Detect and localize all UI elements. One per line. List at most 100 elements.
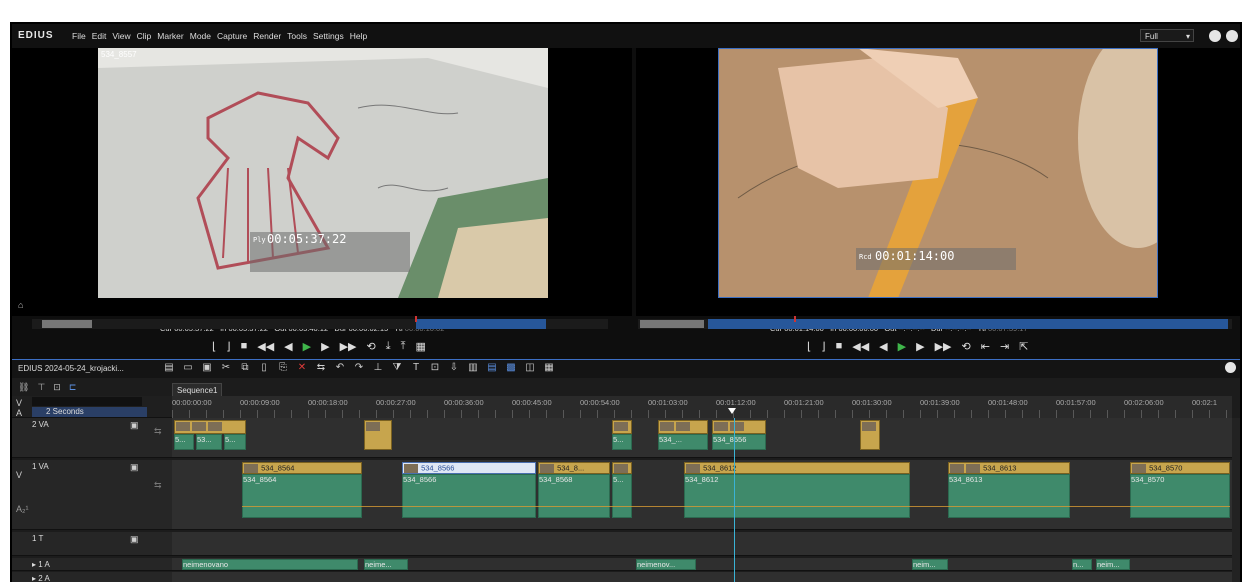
playhead-marker-icon[interactable] bbox=[728, 408, 736, 414]
menu-marker[interactable]: Marker bbox=[157, 31, 183, 41]
menu-view[interactable]: View bbox=[112, 31, 130, 41]
rec-set-in-icon[interactable]: ⌊ bbox=[807, 340, 811, 353]
menu-render[interactable]: Render bbox=[253, 31, 281, 41]
audio-clip[interactable]: neimenov... bbox=[636, 559, 696, 570]
track-header-1t[interactable]: 1 T ▣ bbox=[12, 532, 172, 556]
stop-icon[interactable]: ■ bbox=[241, 340, 248, 352]
minimize-icon[interactable] bbox=[1209, 30, 1221, 42]
play-icon[interactable]: ▶ bbox=[303, 340, 311, 353]
add-cut-icon[interactable]: ⊥ bbox=[371, 362, 385, 374]
track-video-toggle-icon[interactable]: ▣ bbox=[130, 420, 139, 431]
rewind-icon[interactable]: ◀◀ bbox=[257, 340, 274, 353]
audio-clip[interactable]: neim... bbox=[912, 559, 948, 570]
track-header-2va[interactable]: 2 VA ▣ ⇆ bbox=[12, 418, 172, 458]
clip-1va-audio[interactable]: 534_8566 bbox=[402, 474, 536, 518]
clip-2va[interactable] bbox=[364, 420, 392, 450]
player-monitor[interactable]: 534_8557 Ply 00:05:37:22 ⌂ Cur 00:05:37:… bbox=[12, 48, 632, 333]
timeline-vertical-scrollbar[interactable] bbox=[1232, 418, 1240, 582]
clip-1va[interactable]: 534_8613 bbox=[948, 462, 1070, 474]
menu-help[interactable]: Help bbox=[350, 31, 367, 41]
track-header-1a[interactable]: ▸ 1 A bbox=[12, 558, 172, 571]
view-mode-select[interactable]: Full ▾ bbox=[1140, 29, 1194, 42]
clip-1va[interactable]: 534_8570 bbox=[1130, 462, 1230, 474]
cut-icon[interactable]: ✂ bbox=[219, 362, 233, 374]
clip-2va[interactable] bbox=[612, 420, 632, 434]
fast-forward-icon[interactable]: ▶▶ bbox=[340, 340, 357, 353]
clip-2va-audio[interactable]: 5... bbox=[174, 434, 194, 450]
player-scrub-bar[interactable] bbox=[32, 316, 608, 329]
recorder-scrub-thumb[interactable] bbox=[640, 320, 704, 328]
track-sync-icon[interactable]: ⇆ bbox=[154, 426, 162, 437]
sync-icon[interactable]: ▩ bbox=[504, 362, 518, 374]
clip-2va[interactable] bbox=[712, 420, 766, 434]
snapshot-icon[interactable]: ◫ bbox=[523, 362, 537, 374]
tab-sequence1[interactable]: Sequence1 bbox=[172, 383, 223, 397]
timeline-close-icon[interactable] bbox=[1225, 362, 1236, 373]
lane-1a[interactable]: neimenovano neime... neimenov... neim...… bbox=[172, 558, 1232, 571]
export-icon[interactable]: ⇩ bbox=[447, 362, 461, 374]
menu-mode[interactable]: Mode bbox=[190, 31, 211, 41]
menu-capture[interactable]: Capture bbox=[217, 31, 247, 41]
clip-2va-audio[interactable]: 534_8556 bbox=[712, 434, 766, 450]
redo-icon[interactable]: ↷ bbox=[352, 362, 366, 374]
view-mode-icon[interactable]: ▤ bbox=[485, 362, 499, 374]
rec-stop-icon[interactable]: ■ bbox=[836, 340, 843, 352]
clip-2va[interactable] bbox=[658, 420, 708, 434]
lane-2a[interactable] bbox=[172, 572, 1232, 582]
sync-lock-icon[interactable]: ⊡ bbox=[53, 382, 61, 393]
recorder-monitor[interactable]: Rcd 00:01:14:00 Cur 00:01:14:00 In 00:00… bbox=[636, 48, 1240, 333]
clip-2va-audio[interactable]: 53... bbox=[196, 434, 222, 450]
window-icon[interactable]: ▦ bbox=[542, 362, 556, 374]
clip-2va[interactable] bbox=[174, 420, 246, 434]
sequence-menu-icon[interactable]: ▤ bbox=[162, 362, 176, 374]
timescale-select[interactable]: 2 Seconds bbox=[32, 407, 147, 417]
clip-2va-audio[interactable]: 534_... bbox=[658, 434, 708, 450]
clip-1va-audio[interactable]: 534_8613 bbox=[948, 474, 1070, 518]
close-icon[interactable] bbox=[1226, 30, 1238, 42]
title-icon[interactable]: T bbox=[409, 362, 423, 374]
menu-clip[interactable]: Clip bbox=[137, 31, 152, 41]
audio-clip[interactable]: neim... bbox=[1096, 559, 1130, 570]
clip-1va[interactable] bbox=[612, 462, 632, 474]
rec-fast-forward-icon[interactable]: ▶▶ bbox=[935, 340, 952, 353]
clip-1va-audio[interactable]: 534_8570 bbox=[1130, 474, 1230, 518]
track-video-toggle-icon[interactable]: ▣ bbox=[130, 462, 139, 473]
rec-play-icon[interactable]: ▶ bbox=[898, 340, 906, 353]
clip-1va-audio[interactable]: 5... bbox=[612, 474, 632, 518]
rec-step-forward-icon[interactable]: ▶ bbox=[916, 340, 924, 353]
step-forward-icon[interactable]: ▶ bbox=[321, 340, 329, 353]
player-scrub-thumb[interactable] bbox=[42, 320, 92, 328]
rec-next-edit-icon[interactable]: ⇥ bbox=[1000, 340, 1009, 353]
clip-2va-audio[interactable]: 5... bbox=[224, 434, 246, 450]
audio-clip[interactable]: neime... bbox=[364, 559, 408, 570]
timeline-ruler[interactable]: 00:00:00:00 00:00:09:00 00:00:18:00 00:0… bbox=[172, 396, 1232, 418]
open-icon[interactable]: ▭ bbox=[181, 362, 195, 374]
player-safe-icon[interactable]: ⌂ bbox=[18, 300, 23, 310]
clip-1va-audio[interactable]: 534_8564 bbox=[242, 474, 362, 518]
audio-clip[interactable]: n... bbox=[1072, 559, 1092, 570]
rec-step-back-icon[interactable]: ◀ bbox=[879, 340, 887, 353]
clip-1va-audio[interactable]: 534_8612 bbox=[684, 474, 910, 518]
clip-1va[interactable]: 534_8612 bbox=[684, 462, 910, 474]
rec-loop-icon[interactable]: ⟲ bbox=[962, 340, 971, 353]
menu-tools[interactable]: Tools bbox=[287, 31, 307, 41]
clip-1va[interactable]: 534_8... bbox=[538, 462, 610, 474]
track-header-1va[interactable]: V 1 VA ▣ ⇆ A₂¹ bbox=[12, 460, 172, 530]
save-icon[interactable]: ▣ bbox=[200, 362, 214, 374]
undo-icon[interactable]: ↶ bbox=[333, 362, 347, 374]
step-back-icon[interactable]: ◀ bbox=[284, 340, 292, 353]
link-icon[interactable]: ⛓ bbox=[18, 382, 29, 393]
menu-file[interactable]: File bbox=[72, 31, 86, 41]
snap-icon[interactable]: ⊏ bbox=[69, 382, 77, 393]
clip-1va[interactable]: 534_8564 bbox=[242, 462, 362, 474]
layout-icon[interactable]: ▥ bbox=[466, 362, 480, 374]
lane-1t[interactable] bbox=[172, 532, 1232, 556]
set-out-icon[interactable]: ⌋ bbox=[226, 340, 230, 353]
render-icon[interactable]: ⊡ bbox=[428, 362, 442, 374]
loop-icon[interactable]: ⟲ bbox=[367, 340, 376, 353]
timeline-playhead[interactable] bbox=[734, 418, 735, 582]
set-in-icon[interactable]: ⌊ bbox=[212, 340, 216, 353]
rec-prev-edit-icon[interactable]: ⇤ bbox=[981, 340, 990, 353]
clip-2va-audio[interactable]: 5... bbox=[612, 434, 632, 450]
insert-icon[interactable]: ⤓ bbox=[386, 340, 391, 353]
